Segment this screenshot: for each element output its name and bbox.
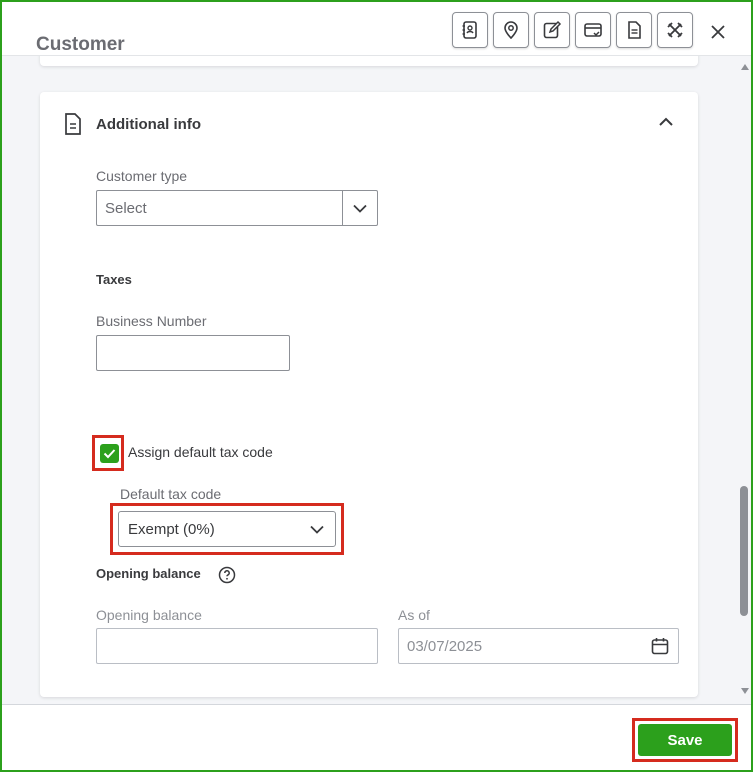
scroll-down-arrow[interactable] [741,688,749,694]
document-icon [62,112,84,136]
as-of-date-value: 03/07/2025 [407,638,483,655]
location-pin-icon[interactable] [493,12,529,48]
address-book-icon[interactable] [452,12,488,48]
customer-type-select[interactable]: Select [96,190,378,226]
opening-balance-field[interactable] [96,628,378,664]
tax-code-highlight: Exempt (0%) [110,503,344,555]
assign-default-tax-checkbox[interactable] [100,444,119,463]
additional-info-card: Additional info Customer type Select Tax… [40,92,698,697]
taxes-heading: Taxes [96,272,132,287]
payment-card-icon[interactable] [575,12,611,48]
chevron-down-icon[interactable] [299,525,335,534]
checkbox-highlight [92,435,124,471]
as-of-date-field[interactable]: 03/07/2025 [398,628,679,664]
dialog-title: Customer [36,34,125,55]
opening-balance-label: Opening balance [96,607,202,623]
edit-icon[interactable] [534,12,570,48]
chevron-up-icon[interactable] [654,110,678,134]
chevron-down-icon[interactable] [342,191,377,225]
assign-default-tax-label: Assign default tax code [128,444,273,460]
help-icon[interactable] [218,566,236,584]
save-highlight: Save [632,718,738,762]
section-title: Additional info [96,116,201,133]
close-icon[interactable] [706,20,730,44]
dialog-footer: Save [2,704,751,770]
business-number-field[interactable] [96,335,290,371]
as-of-label: As of [398,607,430,623]
default-tax-code-value: Exempt (0%) [128,520,215,538]
business-number-label: Business Number [96,313,207,329]
default-tax-code-select[interactable]: Exempt (0%) [118,511,336,547]
scroll-thumb[interactable] [740,486,748,616]
customer-type-value: Select [105,199,147,217]
customer-type-label: Customer type [96,168,188,184]
tools-icon[interactable] [657,12,693,48]
save-button[interactable]: Save [638,724,732,756]
opening-balance-heading: Opening balance [96,566,201,581]
dialog-body[interactable]: Additional info Customer type Select Tax… [2,56,751,704]
dialog-header: Customer [2,2,751,56]
scroll-up-arrow[interactable] [741,64,749,70]
default-tax-code-label: Default tax code [120,486,222,502]
calendar-icon[interactable] [650,636,670,656]
header-toolbar [452,12,693,48]
document-icon[interactable] [616,12,652,48]
vertical-scrollbar[interactable] [739,64,749,696]
previous-section-card [40,56,698,66]
